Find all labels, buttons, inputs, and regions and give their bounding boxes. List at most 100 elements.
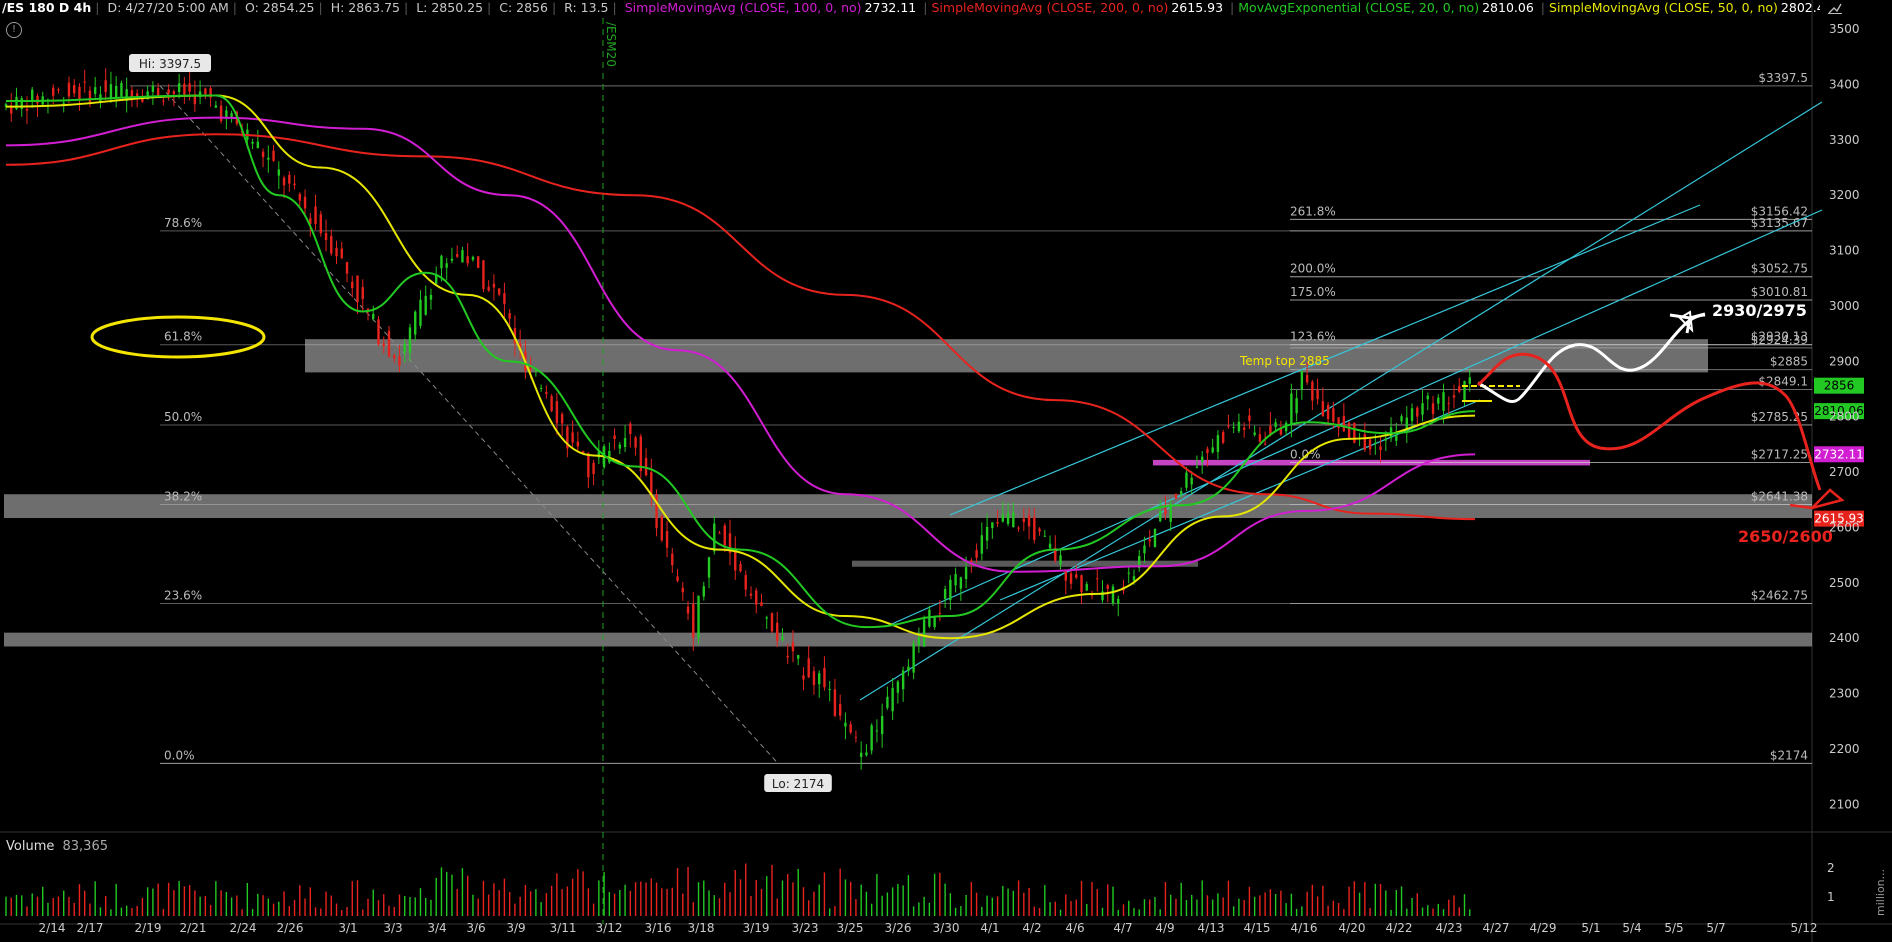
candle-body bbox=[1012, 512, 1015, 528]
fib-ext-label: 261.8% bbox=[1290, 204, 1336, 218]
x-tick-label: 3/12 bbox=[596, 921, 623, 935]
candle-body bbox=[707, 557, 711, 578]
candle-body bbox=[476, 256, 480, 268]
candle-body bbox=[445, 263, 448, 268]
price-level-label: $2641.38 bbox=[1751, 490, 1808, 504]
candle-body bbox=[1127, 572, 1130, 574]
candle-body bbox=[1395, 434, 1398, 441]
candle-body bbox=[1180, 491, 1183, 494]
candle-body bbox=[1468, 377, 1471, 384]
y-tick-label: 2200 bbox=[1829, 742, 1860, 756]
candle-body bbox=[1132, 576, 1136, 581]
x-tick-label: 2/17 bbox=[77, 921, 104, 935]
candle-body bbox=[1080, 575, 1083, 593]
y-tick-label: 2800 bbox=[1829, 410, 1860, 424]
candle-body bbox=[812, 671, 816, 686]
y-tick-label: 2400 bbox=[1829, 631, 1860, 645]
candle-body bbox=[52, 87, 55, 96]
candle-body bbox=[1452, 395, 1456, 398]
price-level-label: $2717.25 bbox=[1751, 448, 1808, 462]
price-level-label: $3135.67 bbox=[1751, 216, 1808, 230]
candle-body bbox=[492, 283, 496, 288]
candle-body bbox=[162, 100, 165, 102]
x-tick-label: 3/11 bbox=[550, 921, 577, 935]
candle-body bbox=[93, 87, 97, 94]
candle-body bbox=[503, 293, 506, 305]
fib-ext-label: 175.0% bbox=[1290, 285, 1336, 299]
x-tick-label: 2/21 bbox=[180, 921, 207, 935]
fib-ext-label: 123.6% bbox=[1290, 330, 1336, 344]
x-tick-label: 3/6 bbox=[466, 921, 485, 935]
candle-body bbox=[723, 525, 726, 546]
candle-body bbox=[1374, 442, 1377, 444]
x-tick-label: 2/14 bbox=[39, 921, 66, 935]
candle-body bbox=[314, 206, 317, 224]
price-chart[interactable]: $3397.5$3156.42$3135.67$3052.75$3010.81$… bbox=[0, 0, 1892, 942]
candle-body bbox=[482, 260, 485, 290]
candle-body bbox=[917, 637, 921, 645]
candle-body bbox=[901, 670, 905, 690]
hi-label: Hi: 3397.5 bbox=[139, 57, 201, 71]
candle-body bbox=[508, 313, 511, 319]
bullish-projection-arrowhead bbox=[1669, 312, 1706, 334]
fib-label: 23.6% bbox=[164, 588, 202, 602]
candle-body bbox=[403, 343, 406, 353]
candle-body bbox=[954, 574, 957, 586]
candle-body bbox=[387, 330, 391, 357]
candle-body bbox=[1038, 528, 1041, 532]
candle-body bbox=[382, 343, 385, 346]
candle-body bbox=[172, 91, 176, 94]
x-tick-label: 5/4 bbox=[1622, 921, 1641, 935]
candle-body bbox=[335, 247, 338, 257]
x-tick-label: 3/3 bbox=[383, 921, 402, 935]
candle-body bbox=[424, 295, 427, 315]
candle-body bbox=[896, 681, 900, 693]
candle-body bbox=[1174, 494, 1178, 499]
candle-body bbox=[949, 579, 952, 601]
candle-body bbox=[713, 523, 716, 552]
candle-body bbox=[980, 535, 984, 554]
candle-body bbox=[539, 387, 543, 389]
candle-body bbox=[1326, 404, 1330, 420]
candle-body bbox=[875, 730, 879, 732]
candle-body bbox=[429, 294, 433, 300]
candle-body bbox=[167, 89, 170, 94]
candle-body bbox=[797, 655, 800, 659]
candle-body bbox=[697, 595, 700, 638]
candle-body bbox=[1153, 528, 1157, 548]
candle-body bbox=[398, 356, 401, 366]
x-tick-label: 4/20 bbox=[1339, 921, 1366, 935]
volume-tick-label: 2 bbox=[1827, 861, 1835, 875]
candle-body bbox=[204, 88, 207, 95]
candle-body bbox=[225, 110, 228, 117]
candle-body bbox=[324, 233, 328, 241]
candle-body bbox=[83, 81, 86, 83]
candle-body bbox=[1106, 585, 1109, 589]
candle-body bbox=[629, 423, 632, 435]
fib-ext-label: 200.0% bbox=[1290, 262, 1336, 276]
y-tick-label: 3000 bbox=[1829, 299, 1860, 313]
candle-body bbox=[109, 84, 113, 100]
x-tick-label: 4/16 bbox=[1291, 921, 1318, 935]
candle-body bbox=[1211, 447, 1214, 453]
x-tick-label: 3/1 bbox=[338, 921, 357, 935]
candle-body bbox=[219, 105, 223, 122]
candle-body bbox=[1295, 398, 1298, 414]
volume-label: Volume 83,365 bbox=[6, 839, 108, 854]
candle-body bbox=[67, 82, 71, 97]
price-badge: 2856 bbox=[1824, 379, 1855, 393]
candle-body bbox=[183, 83, 186, 95]
candle-body bbox=[78, 86, 81, 101]
candle-body bbox=[1006, 513, 1010, 524]
candle-body bbox=[377, 319, 380, 345]
candle-body bbox=[1200, 456, 1204, 463]
candle-body bbox=[303, 196, 307, 209]
candle-body bbox=[1043, 535, 1046, 537]
x-tick-label: 4/7 bbox=[1113, 921, 1132, 935]
candle-body bbox=[1447, 402, 1450, 404]
candle-body bbox=[1463, 381, 1466, 401]
candle-body bbox=[1321, 401, 1325, 417]
bull-target-label: 2930/2975 bbox=[1712, 301, 1807, 320]
candle-body bbox=[261, 151, 265, 158]
candle-body bbox=[718, 532, 721, 534]
